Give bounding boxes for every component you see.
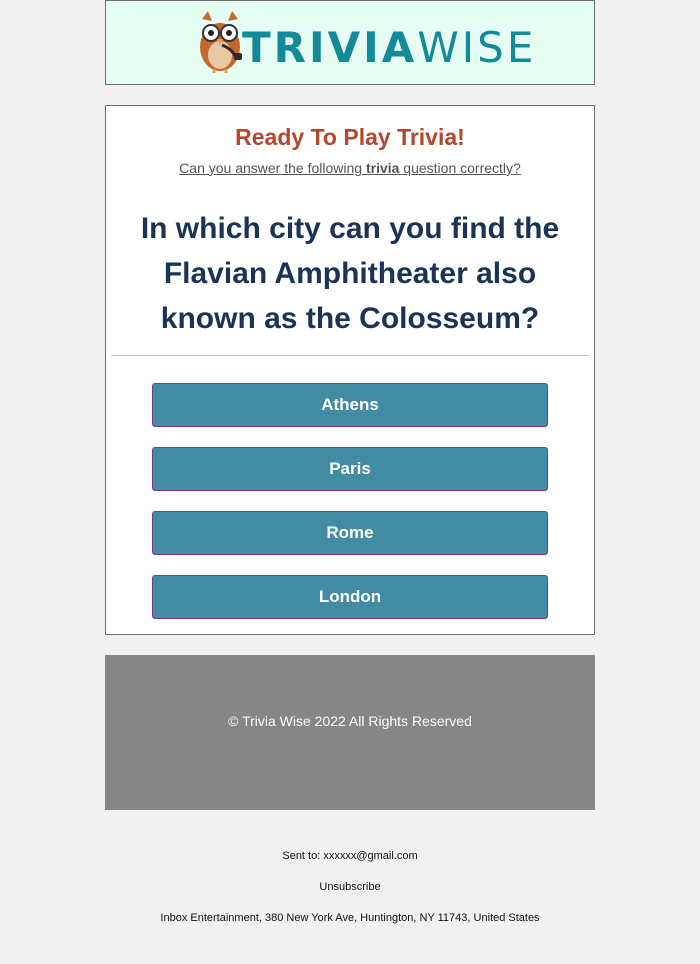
copyright-text: © Trivia Wise 2022 All Rights Reserved [228,713,472,729]
trivia-wise-logo[interactable]: TRIVIAWISE [194,7,533,77]
answer-button-paris[interactable]: Paris [152,447,548,491]
unsubscribe-link[interactable]: Unsubscribe [0,881,700,893]
subtitle-text-after: question correctly? [399,160,521,176]
answer-button-rome[interactable]: Rome [152,511,548,555]
subtitle-text-bold: trivia [365,160,400,176]
header-banner: TRIVIAWISE [105,0,595,85]
footer-banner: © Trivia Wise 2022 All Rights Reserved [105,655,595,810]
subtitle-text-before: Can you answer the following [179,160,366,176]
address-text: Inbox Entertainment, 380 New York Ave, H… [160,912,540,924]
question-text: In which city can you find the Flavian A… [140,212,560,335]
logo-text-wise: WISE [417,23,537,72]
card-title: Ready To Play Trivia! [235,124,465,150]
answer-button-london[interactable]: London [152,575,548,619]
logo-text-trivia: TRIVIA [242,23,418,72]
trivia-card: Ready To Play Trivia! Can you answer the… [105,105,595,635]
answer-button-athens[interactable]: Athens [152,383,548,427]
card-subtitle-link[interactable]: Can you answer the following trivia ques… [106,160,594,176]
divider [111,355,589,356]
email-page: TRIVIAWISE Ready To Play Trivia! Can you… [0,0,700,964]
owl-mascot-icon [200,11,242,73]
sent-to-text: Sent to: xxxxxx@gmail.com [282,850,418,862]
logo-wordmark: TRIVIAWISE [242,27,536,69]
